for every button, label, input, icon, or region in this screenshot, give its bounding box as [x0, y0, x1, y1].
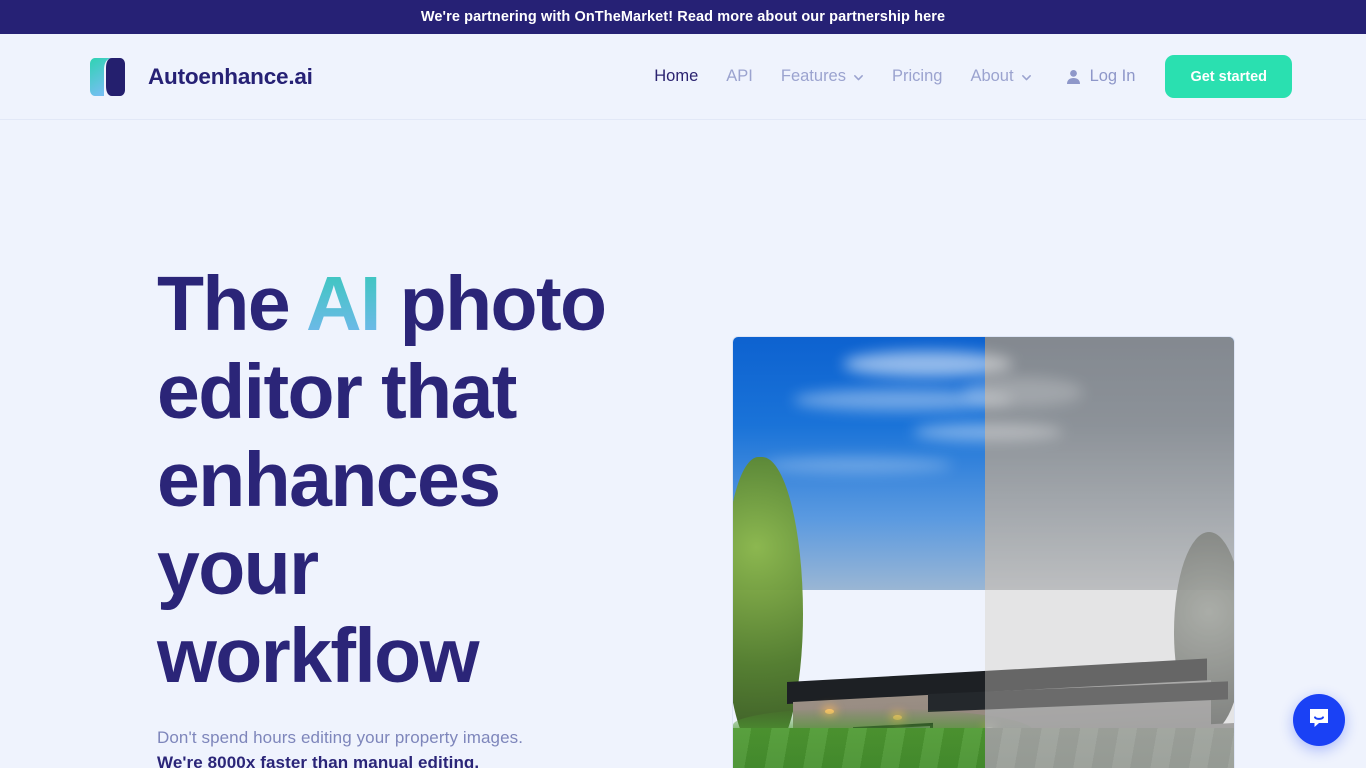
- before-after-image[interactable]: 334 After Before: [733, 337, 1234, 768]
- nav-item-api-label: API: [726, 67, 753, 85]
- nav-item-pricing[interactable]: Pricing: [878, 67, 956, 86]
- nav-item-about-label: About: [970, 67, 1014, 85]
- headline-line1-before: The: [157, 261, 307, 347]
- intercom-chat-icon: [1306, 705, 1332, 736]
- nav-item-about[interactable]: About: [956, 67, 1045, 86]
- announcement-banner-text[interactable]: We're partnering with OnTheMarket! Read …: [421, 9, 945, 25]
- headline-line1-after: photo: [379, 261, 607, 347]
- site-header: Autoenhance.ai Home API Features Pricing…: [0, 34, 1366, 120]
- hero-section: The AI photo editor that enhances your w…: [0, 120, 1366, 768]
- cloud: [843, 351, 1013, 377]
- hero-subtitle-light: Don't spend hours editing your property …: [157, 728, 524, 747]
- main-navigation: Home API Features Pricing About Log In G…: [640, 55, 1292, 98]
- nav-item-api[interactable]: API: [712, 67, 767, 86]
- user-icon: [1066, 69, 1081, 85]
- nav-item-home-label: Home: [654, 67, 699, 85]
- headline-line3: enhances your: [157, 437, 501, 611]
- announcement-banner[interactable]: We're partnering with OnTheMarket! Read …: [0, 0, 1366, 34]
- nav-item-features-label: Features: [780, 67, 846, 85]
- brand-logo-link[interactable]: Autoenhance.ai: [82, 52, 313, 102]
- hero-copy: The AI photo editor that enhances your w…: [0, 120, 660, 768]
- cloud: [913, 423, 1063, 441]
- brand-name: Autoenhance.ai: [148, 63, 313, 89]
- headline-line2: editor that: [157, 349, 517, 435]
- login-link[interactable]: Log In: [1046, 67, 1152, 86]
- headline-line4: workflow: [157, 613, 479, 699]
- headline-accent-ai: AI: [306, 261, 381, 347]
- autoenhance-logo-icon: [82, 52, 134, 102]
- house-photo: 334: [733, 337, 1234, 768]
- login-label: Log In: [1089, 67, 1136, 85]
- nav-item-features[interactable]: Features: [767, 67, 878, 86]
- nav-item-home[interactable]: Home: [640, 67, 712, 86]
- header-get-started-button[interactable]: Get started: [1165, 55, 1292, 98]
- page-title: The AI photo editor that enhances your w…: [157, 260, 660, 700]
- chevron-down-icon: [1021, 72, 1032, 83]
- cloud: [763, 457, 953, 473]
- chat-launcher-button[interactable]: [1293, 694, 1345, 746]
- hero-subtitle-bold: We're 8000x faster than manual editing.: [157, 753, 480, 768]
- cloud: [963, 377, 1083, 407]
- nav-item-pricing-label: Pricing: [892, 67, 943, 85]
- chevron-down-icon: [853, 72, 864, 83]
- lawn: [733, 728, 1234, 768]
